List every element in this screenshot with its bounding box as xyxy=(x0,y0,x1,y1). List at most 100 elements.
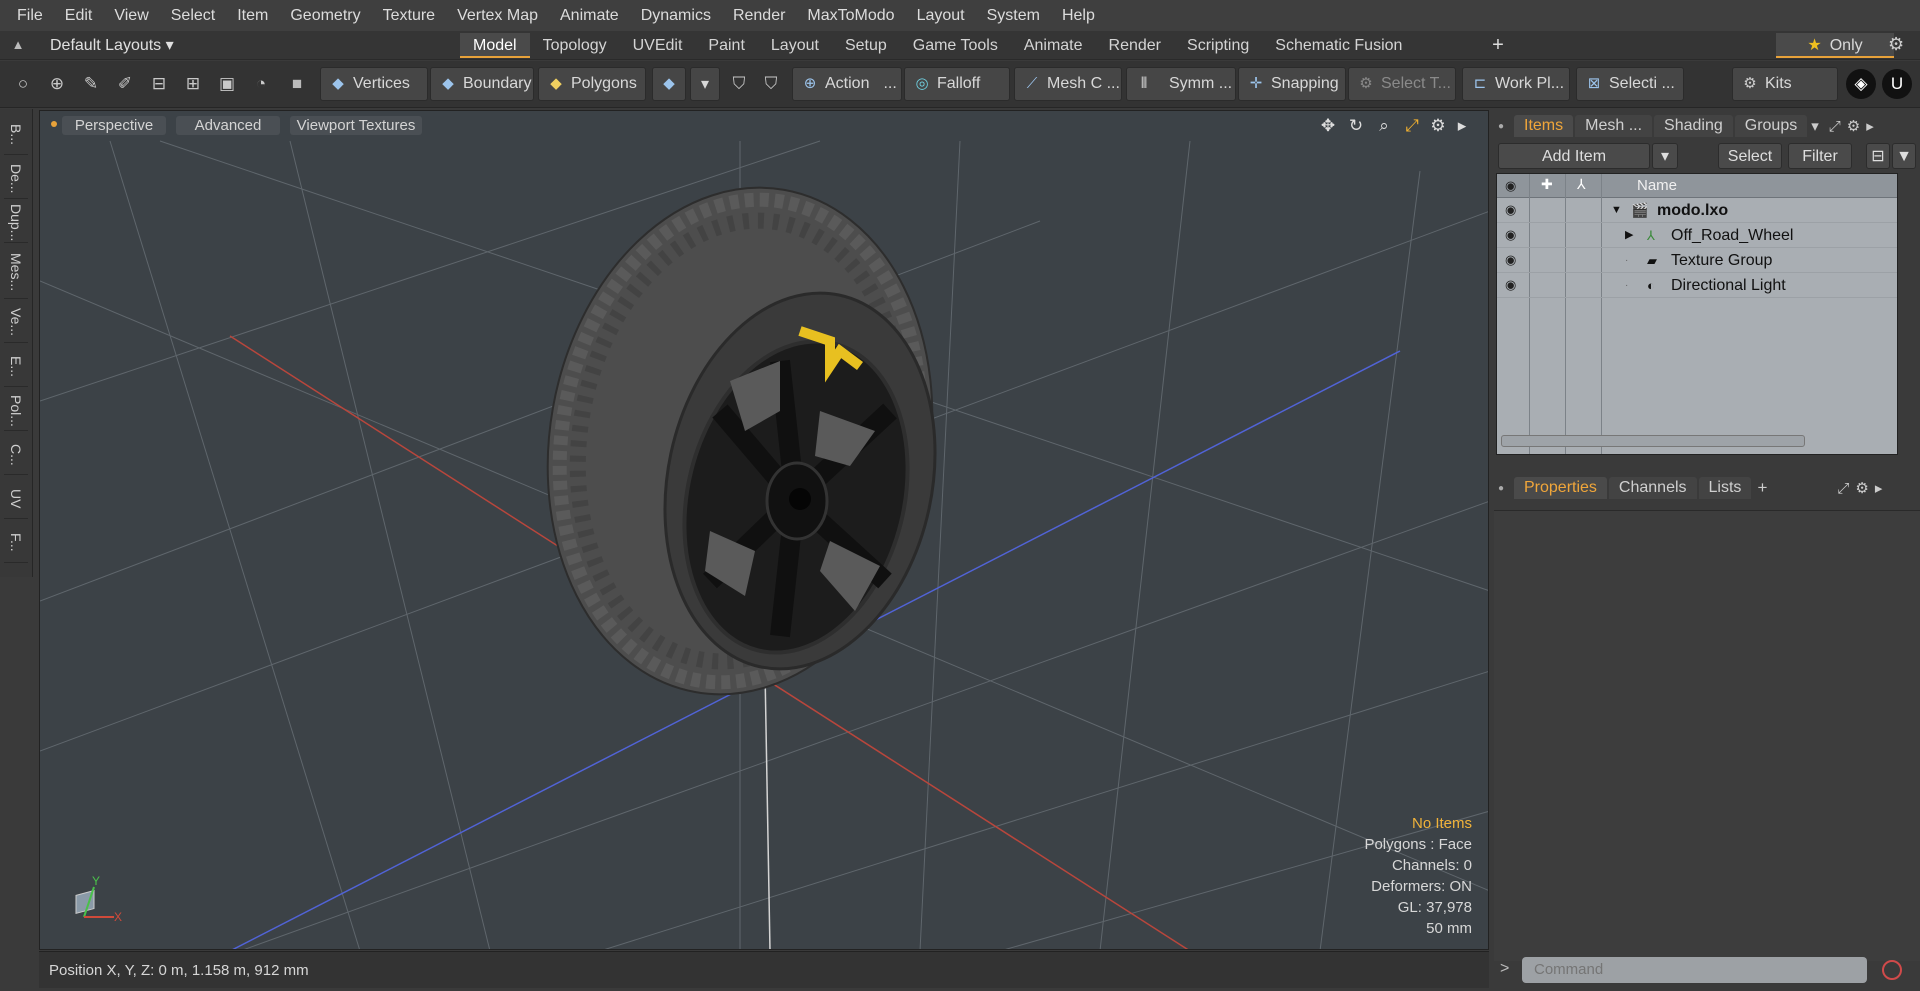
tab-paint[interactable]: Paint xyxy=(695,33,757,58)
tab-lists[interactable]: Lists xyxy=(1698,477,1752,499)
panel-dot-icon[interactable]: ● xyxy=(1498,121,1514,132)
align-icon[interactable]: ⊟ xyxy=(144,69,174,99)
work-plane-button[interactable]: ⊏ Work Pl... xyxy=(1462,67,1570,101)
item-row-texture-group[interactable]: ◉ · ▰ Texture Group xyxy=(1497,248,1897,273)
axis-header-icon[interactable]: ⅄ xyxy=(1577,176,1586,193)
tab-setup[interactable]: Setup xyxy=(832,33,900,58)
tab-layout[interactable]: Layout xyxy=(758,33,832,58)
panel-expand-icon[interactable]: ⤢ xyxy=(1837,480,1849,497)
select-through-button[interactable]: ⚙ Select T... xyxy=(1348,67,1456,101)
tab-animate[interactable]: Animate xyxy=(1011,33,1096,58)
menu-view[interactable]: View xyxy=(103,0,159,31)
strip-tab-curve[interactable]: C... xyxy=(4,435,28,475)
cube-logo-icon[interactable]: ◈ xyxy=(1846,69,1876,99)
viewport-gear-icon[interactable]: ⚙ xyxy=(1427,115,1449,137)
name-column-header[interactable]: Name xyxy=(1637,174,1677,198)
panel-more-icon[interactable]: ▸ xyxy=(1866,117,1874,135)
maximize-view-icon[interactable]: ⤢ xyxy=(1401,115,1423,137)
only-button[interactable]: ★ Only xyxy=(1776,33,1894,58)
3d-viewport[interactable]: Perspective Advanced Viewport Textures ✥… xyxy=(39,110,1489,950)
collapse-up-icon[interactable]: ▲ xyxy=(10,37,26,53)
strip-tab-duplicate[interactable]: Dup... xyxy=(4,203,28,243)
compass-icon[interactable]: ◔ xyxy=(246,69,276,99)
add-tab-button[interactable]: + xyxy=(1757,478,1767,498)
select-button[interactable]: Select xyxy=(1718,143,1782,169)
record-icon[interactable] xyxy=(1882,960,1902,980)
strip-tab-polygon[interactable]: Pol... xyxy=(4,391,28,431)
menu-help[interactable]: Help xyxy=(1051,0,1106,31)
ball-shield-icon[interactable]: ⛉ xyxy=(756,69,786,99)
zoom-view-icon[interactable]: ⌕ xyxy=(1373,115,1395,137)
collapse-icon[interactable]: ⊟ xyxy=(1866,143,1890,169)
viewport-more-icon[interactable]: ▸ xyxy=(1451,115,1473,137)
globe-icon[interactable]: ⊕ xyxy=(42,69,72,99)
tab-schematic-fusion[interactable]: Schematic Fusion xyxy=(1262,33,1415,58)
tabs-chevron-icon[interactable]: ▾ xyxy=(1811,117,1819,135)
boundary-button[interactable]: ◆ Boundary xyxy=(430,67,534,101)
mesh-constraint-button[interactable]: ⟋ Mesh C ... xyxy=(1014,67,1122,101)
funnel-icon[interactable]: ▼ xyxy=(1892,143,1916,169)
expand-triangle-icon[interactable]: ▼ xyxy=(1611,198,1622,223)
selection-sets-button[interactable]: ⊠ Selecti ... xyxy=(1576,67,1684,101)
shield-icon[interactable]: ⛉ xyxy=(724,69,754,99)
brush-icon[interactable]: ✐ xyxy=(110,69,140,99)
visibility-eye-icon[interactable]: ◉ xyxy=(1505,252,1523,268)
strip-tab-edge[interactable]: E... xyxy=(4,347,28,387)
menu-system[interactable]: System xyxy=(976,0,1051,31)
action-button[interactable]: ⊕ Action... xyxy=(792,67,902,101)
panel-gear-icon[interactable]: ⚙ xyxy=(1855,479,1868,497)
menu-texture[interactable]: Texture xyxy=(372,0,446,31)
tab-render[interactable]: Render xyxy=(1096,33,1174,58)
perspective-dropdown[interactable]: Perspective xyxy=(62,116,166,135)
menu-edit[interactable]: Edit xyxy=(54,0,104,31)
strip-tab-uv[interactable]: UV xyxy=(4,479,28,519)
command-input[interactable] xyxy=(1522,957,1867,983)
circle-select-icon[interactable]: ○ xyxy=(8,69,38,99)
item-mode-button[interactable]: ◆ xyxy=(652,67,686,101)
panel-more-icon[interactable]: ▸ xyxy=(1875,479,1883,497)
add-item-button[interactable]: Add Item xyxy=(1498,143,1650,169)
rotate-view-icon[interactable]: ↻ xyxy=(1345,115,1367,137)
menu-dynamics[interactable]: Dynamics xyxy=(630,0,722,31)
add-tab-button[interactable]: + xyxy=(1486,33,1510,58)
wheel-model[interactable] xyxy=(509,157,972,725)
visibility-eye-icon[interactable]: ◉ xyxy=(1505,277,1523,293)
panel-gear-icon[interactable]: ⚙ xyxy=(1847,117,1860,135)
visibility-eye-icon[interactable]: ◉ xyxy=(1505,202,1523,218)
expand-triangle-icon[interactable]: ▶ xyxy=(1625,223,1633,248)
tab-topology[interactable]: Topology xyxy=(530,33,620,58)
tab-shading[interactable]: Shading xyxy=(1654,115,1733,137)
snapping-button[interactable]: ✛ Snapping xyxy=(1238,67,1346,101)
item-row-off-road-wheel[interactable]: ◉ ▶ ⅄ Off_Road_Wheel xyxy=(1497,223,1897,248)
frame-icon[interactable]: ▣ xyxy=(212,69,242,99)
menu-file[interactable]: File xyxy=(6,0,54,31)
mode-dropdown[interactable]: ▾ xyxy=(690,67,720,101)
visibility-header-icon[interactable]: ◉ xyxy=(1505,178,1523,194)
gear-icon[interactable]: ⚙ xyxy=(1888,34,1904,55)
menu-maxtomodo[interactable]: MaxToModo xyxy=(796,0,905,31)
strip-tab-mesh[interactable]: Mes... xyxy=(4,247,28,299)
kits-button[interactable]: ⚙ Kits xyxy=(1732,67,1838,101)
viewport-textures-dropdown[interactable]: Viewport Textures xyxy=(290,116,422,135)
symmetry-button[interactable]: ⦀ Symm ... xyxy=(1126,67,1236,101)
panel-dot-icon[interactable]: ● xyxy=(1498,483,1514,494)
menu-render[interactable]: Render xyxy=(722,0,796,31)
unreal-logo-icon[interactable]: U xyxy=(1882,69,1912,99)
menu-vertex-map[interactable]: Vertex Map xyxy=(446,0,549,31)
strip-tab-fusion[interactable]: F... xyxy=(4,523,28,563)
tab-groups[interactable]: Groups xyxy=(1734,115,1808,137)
item-row-directional-light[interactable]: ◉ · ◐ Directional Light xyxy=(1497,273,1897,298)
horizontal-scrollbar[interactable] xyxy=(1497,429,1897,453)
grid-snap-icon[interactable]: ⊞ xyxy=(178,69,208,99)
visibility-eye-icon[interactable]: ◉ xyxy=(1505,227,1523,243)
add-item-dropdown[interactable]: ▾ xyxy=(1652,143,1678,169)
tab-items[interactable]: Items xyxy=(1514,115,1574,137)
tab-model[interactable]: Model xyxy=(460,33,530,58)
strip-tab-basic[interactable]: B... xyxy=(4,115,28,155)
scrollbar-thumb[interactable] xyxy=(1501,435,1805,447)
default-layouts-dropdown[interactable]: Default Layouts ▾ xyxy=(50,31,174,60)
tab-scripting[interactable]: Scripting xyxy=(1174,33,1262,58)
tab-channels[interactable]: Channels xyxy=(1608,477,1697,499)
tab-uvedit[interactable]: UVEdit xyxy=(620,33,696,58)
viewport-menu-dot[interactable] xyxy=(51,121,57,127)
